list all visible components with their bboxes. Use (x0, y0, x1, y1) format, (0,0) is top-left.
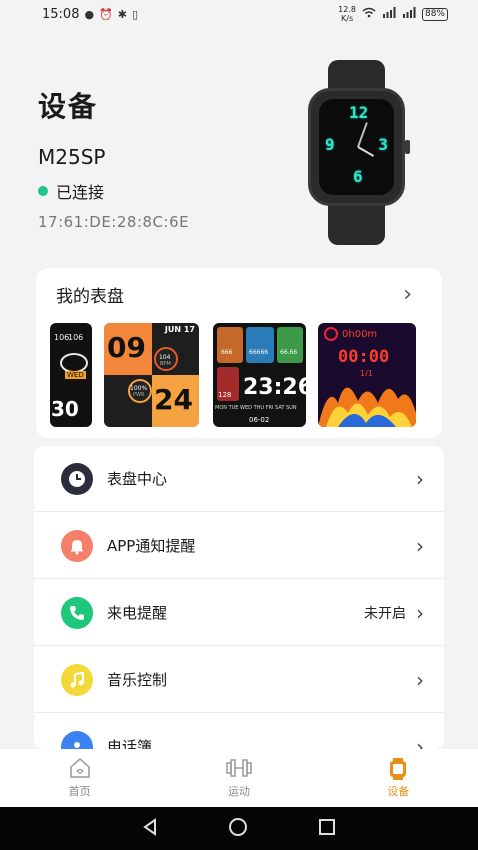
connection-status-label: 已连接 (56, 183, 105, 202)
page-title: 设备 (38, 90, 99, 123)
watch-face-4[interactable]: 0h00m 00:00 1/1 (318, 323, 416, 427)
chat-icon: ● (84, 7, 95, 21)
battery-icon: 88% (421, 7, 448, 21)
contacts-icon (61, 730, 93, 749)
menu-item-call-reminder[interactable]: 来电提醒 未开启 › (34, 580, 444, 646)
chevron-right-icon: › (416, 667, 424, 692)
bottom-navigation: 首页 运动 设备 (0, 749, 478, 807)
menu-item-music-control[interactable]: 音乐控制 › (34, 647, 444, 713)
home-icon (68, 757, 92, 781)
settings-menu: 表盘中心 › APP通知提醒 › 来电提醒 未开启 › 音乐控制 › 电话簿 › (34, 446, 444, 749)
wifi-icon (362, 7, 376, 21)
watch-face-2[interactable]: JUN 17 09 104 BPM 100% PWR 24 (104, 323, 199, 427)
phone-icon (61, 596, 93, 629)
net-speed-unit: K/s (341, 14, 354, 23)
device-name: M25SP (38, 145, 106, 169)
watch-image: 12 9 3 6 (298, 60, 413, 245)
chevron-right-icon: › (416, 466, 424, 491)
watch-face-list: 106 106 WED 30 JUN 17 09 104 BPM 100% PW… (50, 323, 436, 428)
chevron-right-icon: › (416, 533, 424, 558)
clock-icon (61, 462, 93, 495)
system-navigation-bar (0, 807, 478, 850)
watch-face-1[interactable]: 106 106 WED 30 (50, 323, 92, 427)
call-reminder-status: 未开启 (364, 605, 406, 622)
status-bar: 15:08 ● ⏰ ✱ ▯ 12.8 K/s 88% (0, 0, 478, 28)
my-watch-faces-header[interactable]: 我的表盘 › (36, 268, 442, 307)
watch-face-3[interactable]: 666 66666 66.66 128 23:26 MON TUE WED TH… (213, 323, 306, 427)
music-note-icon (61, 663, 93, 696)
dumbbell-icon (225, 757, 253, 781)
device-header: 设备 M25SP 已连接 17:61:DE:28:8C:6E (38, 60, 298, 231)
status-time: 15:08 (42, 6, 80, 22)
bell-icon (61, 529, 93, 562)
connection-status: 已连接 (38, 179, 298, 203)
tab-sport[interactable]: 运动 (189, 757, 289, 799)
connected-dot-icon (38, 186, 48, 196)
chevron-right-icon: › (403, 282, 412, 307)
signal-icon (382, 7, 396, 21)
my-watch-faces-title: 我的表盘 (56, 287, 124, 307)
watch-icon (387, 757, 409, 781)
back-icon[interactable] (142, 817, 158, 840)
home-circle-icon[interactable] (228, 817, 248, 841)
chevron-right-icon: › (416, 600, 424, 625)
my-watch-faces-card: 我的表盘 › 106 106 WED 30 JUN 17 09 104 BPM … (36, 268, 442, 438)
vibrate-icon: ▯ (132, 7, 139, 21)
alarm-icon: ⏰ (99, 7, 113, 21)
signal-icon-2 (402, 7, 416, 21)
mac-address: 17:61:DE:28:8C:6E (38, 213, 190, 231)
tab-home[interactable]: 首页 (30, 757, 130, 799)
tab-device[interactable]: 设备 (348, 757, 448, 799)
menu-item-app-notification[interactable]: APP通知提醒 › (34, 513, 444, 579)
bluetooth-icon: ✱ (117, 7, 127, 21)
net-speed-value: 12.8 (338, 5, 356, 14)
menu-item-contacts[interactable]: 电话簿 › (34, 714, 444, 749)
chevron-right-icon: › (416, 734, 424, 750)
recents-icon[interactable] (318, 818, 336, 840)
menu-item-watch-face-center[interactable]: 表盘中心 › (34, 446, 444, 512)
